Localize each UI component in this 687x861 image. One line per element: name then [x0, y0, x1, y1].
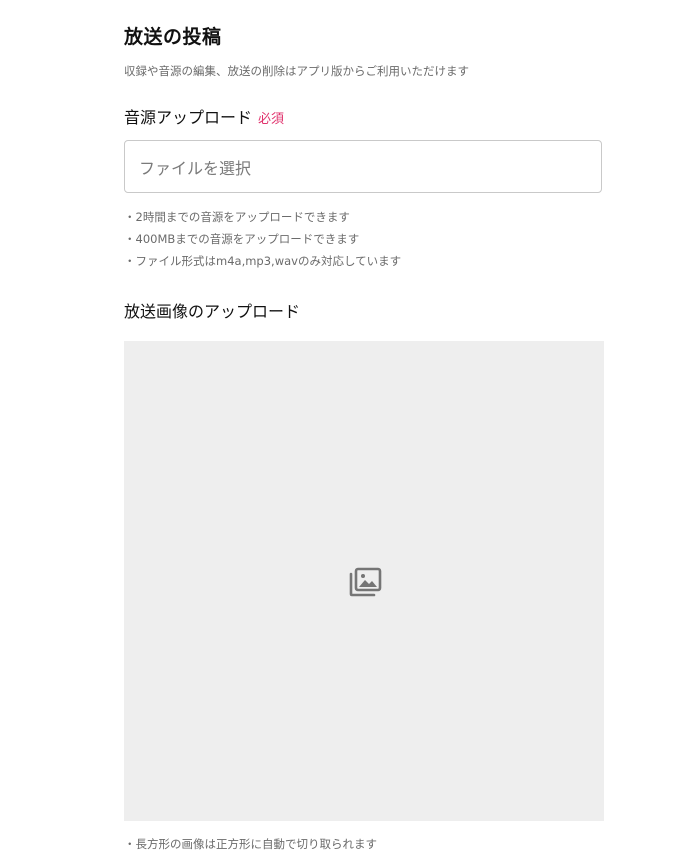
image-upload-notes: ・長方形の画像は正方形に自動で切り取られます — [124, 833, 377, 855]
audio-file-select[interactable]: ファイルを選択 — [124, 140, 602, 193]
image-gallery-icon — [349, 567, 382, 597]
audio-note-duration: ・2時間までの音源をアップロードできます — [124, 210, 350, 224]
audio-file-placeholder: ファイルを選択 — [139, 158, 252, 178]
audio-note-size: ・400MBまでの音源をアップロードできます — [124, 232, 360, 246]
audio-upload-notes: ・2時間までの音源をアップロードできます ・400MBまでの音源をアップロードで… — [124, 206, 401, 272]
image-note-crop: ・長方形の画像は正方形に自動で切り取られます — [124, 837, 377, 851]
page-title: 放送の投稿 — [124, 26, 222, 48]
audio-note-format: ・ファイル形式はm4a,mp3,wavのみ対応しています — [124, 254, 402, 268]
required-badge: 必須 — [258, 112, 285, 127]
image-upload-label: 放送画像のアップロード — [124, 302, 301, 321]
audio-upload-label: 音源アップロード 必須 — [124, 104, 284, 128]
audio-upload-label-text: 音源アップロード — [124, 108, 253, 127]
page-subtitle: 収録や音源の編集、放送の削除はアプリ版からご利用いただけます — [124, 64, 469, 78]
image-upload-dropzone[interactable] — [124, 341, 604, 821]
broadcast-post-page: 放送の投稿 収録や音源の編集、放送の削除はアプリ版からご利用いただけます 音源ア… — [0, 0, 687, 861]
